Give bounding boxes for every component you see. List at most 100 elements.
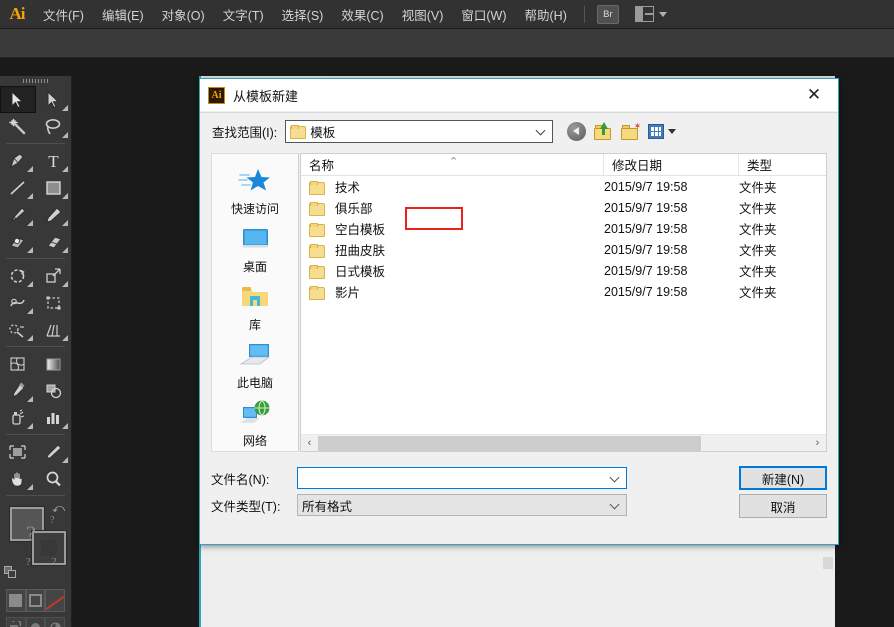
scale-tool[interactable] [36, 262, 72, 289]
new-from-template-dialog[interactable]: Ai 从模板新建 ✕ 查找范围(I): 模板 ✶ 快速访问 桌面 库 此电脑 网… [199, 78, 839, 545]
sidebar-item-library[interactable]: 库 [212, 278, 298, 336]
table-row[interactable]: 技术 2015/9/7 19:58 文件夹 [301, 176, 826, 197]
table-row[interactable]: 日式模板 2015/9/7 19:58 文件夹 [301, 260, 826, 281]
arrange-documents-button[interactable] [634, 6, 667, 22]
hand-tool[interactable] [0, 465, 36, 492]
sidebar-item-this-pc[interactable]: 此电脑 [212, 335, 298, 393]
draw-inside-button[interactable] [45, 617, 66, 627]
pen-tool[interactable] [0, 147, 36, 174]
file-name-input[interactable] [297, 467, 627, 489]
sidebar-item-network[interactable]: 网络 [212, 393, 298, 451]
tools-panel-grip[interactable] [0, 76, 71, 86]
menu-effect[interactable]: 效果(C) [332, 0, 392, 29]
close-icon[interactable]: ✕ [794, 79, 834, 111]
gradient-mode-button[interactable] [25, 589, 46, 612]
file-type-select[interactable]: 所有格式 [297, 494, 627, 516]
menu-type[interactable]: 文字(T) [214, 0, 273, 29]
file-name-cell: 俱乐部 [301, 198, 604, 217]
direct-selection-tool[interactable] [36, 86, 72, 113]
eyedropper-tool[interactable] [0, 377, 36, 404]
file-name-cell: 空白模板 [301, 219, 604, 238]
color-mode-bar[interactable] [6, 589, 66, 612]
file-type-cell: 文件夹 [739, 223, 777, 237]
chevron-down-icon[interactable] [611, 502, 619, 510]
default-fill-stroke-icon[interactable] [4, 566, 17, 579]
free-transform-tool[interactable] [36, 289, 72, 316]
scroll-right-button[interactable]: › [809, 435, 826, 452]
column-header-name[interactable]: 名称 ⌃ [301, 154, 604, 175]
folder-icon [309, 180, 325, 195]
column-header-date[interactable]: 修改日期 [604, 154, 739, 175]
table-row[interactable]: 空白模板 2015/9/7 19:58 文件夹 [301, 218, 826, 239]
tools-panel[interactable]: T ⤺ ? ? ? ? [0, 76, 72, 627]
menu-object[interactable]: 对象(O) [153, 0, 214, 29]
rectangle-tool[interactable] [36, 174, 72, 201]
line-segment-tool[interactable] [0, 174, 36, 201]
blend-tool[interactable] [36, 377, 72, 404]
shape-builder-tool[interactable] [0, 316, 36, 343]
file-type-cell: 文件夹 [739, 265, 777, 279]
folder-icon [309, 264, 325, 279]
table-row[interactable]: 扭曲皮肤 2015/9/7 19:58 文件夹 [301, 239, 826, 260]
menu-view[interactable]: 视图(V) [393, 0, 453, 29]
table-row[interactable]: 影片 2015/9/7 19:58 文件夹 [301, 281, 826, 302]
type-tool[interactable]: T [36, 147, 72, 174]
file-list[interactable]: 名称 ⌃ 修改日期 类型 技术 2015/9/7 19:58 文件夹 俱乐部 2… [300, 153, 827, 452]
zoom-tool[interactable] [36, 465, 72, 492]
draw-normal-button[interactable] [6, 617, 26, 627]
dialog-title-bar[interactable]: Ai 从模板新建 ✕ [200, 79, 838, 111]
sidebar-item-quick-access[interactable]: 快速访问 [212, 162, 298, 220]
scrollbar-track[interactable] [318, 435, 809, 452]
selection-tool[interactable] [0, 86, 36, 113]
menu-help[interactable]: 帮助(H) [516, 0, 576, 29]
symbol-sprayer-tool[interactable] [0, 404, 36, 431]
table-row[interactable]: 俱乐部 2015/9/7 19:58 文件夹 [301, 197, 826, 218]
menu-window[interactable]: 窗口(W) [452, 0, 515, 29]
horizontal-scrollbar[interactable]: ‹ › [301, 434, 826, 451]
create-button[interactable]: 新建(N) [739, 466, 827, 490]
gradient-tool[interactable] [36, 350, 72, 377]
fill-stroke-controls[interactable]: ⤺ ? ? ? ? [0, 499, 71, 585]
slice-tool[interactable] [36, 438, 72, 465]
paintbrush-tool[interactable] [0, 201, 36, 228]
eraser-tool[interactable] [36, 228, 72, 255]
menu-select[interactable]: 选择(S) [273, 0, 333, 29]
scrollbar-thumb[interactable] [318, 435, 701, 451]
view-mode-button[interactable] [648, 123, 677, 139]
back-arrow-icon[interactable] [567, 121, 587, 141]
artboard-tool[interactable] [0, 438, 36, 465]
sidebar-item-desktop[interactable]: 桌面 [212, 220, 298, 278]
scroll-left-button[interactable]: ‹ [301, 435, 318, 452]
color-mode-button[interactable] [6, 589, 26, 612]
column-graph-tool[interactable] [36, 404, 72, 431]
column-header-type[interactable]: 类型 [739, 154, 826, 175]
file-type-row: 文件类型(T): 所有格式 [211, 494, 627, 516]
menu-file[interactable]: 文件(F) [34, 0, 93, 29]
look-in-combobox[interactable]: 模板 [285, 119, 554, 143]
width-tool[interactable] [0, 289, 36, 316]
draw-behind-button[interactable] [25, 617, 46, 627]
chevron-down-icon[interactable] [611, 475, 619, 483]
svg-text:T: T [48, 152, 59, 170]
desktop-monitor-icon [236, 222, 274, 256]
lasso-tool[interactable] [36, 113, 72, 140]
file-list-rows: 技术 2015/9/7 19:58 文件夹 俱乐部 2015/9/7 19:58… [301, 176, 826, 433]
chevron-down-icon[interactable] [537, 128, 545, 136]
stroke-color-swatch[interactable] [32, 531, 66, 565]
magic-wand-tool[interactable] [0, 113, 36, 140]
none-mode-button[interactable] [45, 589, 66, 612]
drawing-mode-bar[interactable] [6, 617, 66, 627]
mesh-tool[interactable] [0, 350, 36, 377]
rotate-tool[interactable] [0, 262, 36, 289]
perspective-grid-tool[interactable] [36, 316, 72, 343]
new-folder-icon[interactable]: ✶ [621, 121, 641, 140]
cancel-button[interactable]: 取消 [739, 494, 827, 518]
blob-brush-tool[interactable] [0, 228, 36, 255]
file-list-header: 名称 ⌃ 修改日期 类型 [301, 154, 826, 176]
bridge-button[interactable]: Br [596, 4, 619, 24]
up-one-level-icon[interactable] [594, 121, 613, 140]
chevron-down-icon[interactable] [668, 128, 677, 134]
swap-fill-stroke-icon[interactable]: ⤺ [52, 501, 65, 516]
pencil-tool[interactable] [36, 201, 72, 228]
menu-edit[interactable]: 编辑(E) [93, 0, 153, 29]
